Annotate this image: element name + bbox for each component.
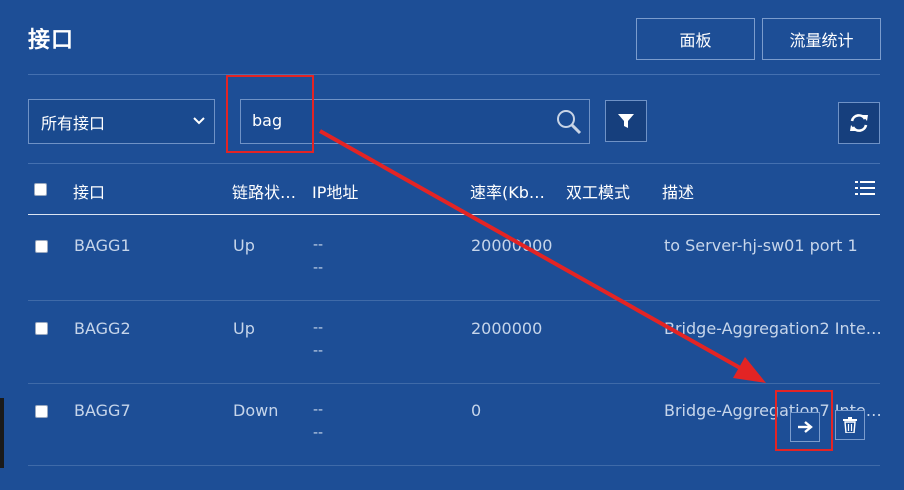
cell-ip-address: --: [313, 320, 324, 336]
annotation-box-search: [226, 75, 314, 153]
search-icon[interactable]: [555, 108, 583, 136]
header-ip[interactable]: IP地址: [312, 179, 358, 203]
select-value: 所有接口: [41, 113, 106, 133]
filter-button[interactable]: [605, 100, 647, 142]
row-divider: [28, 383, 880, 384]
row-checkbox[interactable]: [35, 322, 48, 335]
cell-link-state: Up: [233, 236, 255, 255]
cell-link-state: Down: [233, 401, 279, 420]
cell-ip-mask: --: [313, 425, 324, 441]
cell-speed: 2000000: [471, 319, 543, 338]
toolbar-divider: [28, 163, 880, 164]
delete-button[interactable]: [835, 410, 865, 440]
refresh-button[interactable]: [838, 102, 880, 144]
row-checkbox[interactable]: [35, 240, 48, 253]
chevron-down-icon: [193, 117, 205, 125]
refresh-icon: [850, 114, 868, 132]
cell-link-state: Up: [233, 319, 255, 338]
trash-icon: [843, 417, 857, 433]
header-interface[interactable]: 接口: [73, 179, 105, 203]
column-settings-icon[interactable]: [855, 180, 875, 196]
row-divider: [28, 300, 880, 301]
traffic-stats-button[interactable]: 流量统计: [762, 18, 881, 60]
cell-speed: 20000000: [471, 236, 553, 255]
table-header-divider: [28, 214, 880, 215]
header-speed[interactable]: 速率(Kb…: [470, 179, 545, 203]
cell-ip-address: --: [313, 402, 324, 418]
panel-button[interactable]: 面板: [636, 18, 755, 60]
header-description[interactable]: 描述: [662, 179, 694, 203]
annotation-box-action: [775, 390, 833, 451]
row-checkbox[interactable]: [35, 405, 48, 418]
cell-ip-mask: --: [313, 343, 324, 359]
select-all-checkbox[interactable]: [34, 183, 47, 196]
row-divider: [28, 465, 880, 466]
window-edge: [0, 398, 4, 468]
cell-ip-mask: --: [313, 260, 324, 276]
header-duplex[interactable]: 双工模式: [566, 179, 630, 203]
cell-interface[interactable]: BAGG1: [74, 236, 131, 255]
header-divider: [28, 74, 880, 75]
cell-ip-address: --: [313, 237, 324, 253]
interface-filter-select[interactable]: 所有接口: [28, 99, 215, 144]
filter-icon: [618, 114, 634, 128]
header-link-state[interactable]: 链路状…: [232, 179, 296, 203]
cell-interface[interactable]: BAGG7: [74, 401, 131, 420]
cell-description: Bridge-Aggregation2 Inte…: [664, 319, 882, 338]
cell-speed: 0: [471, 401, 482, 420]
page-title: 接口: [28, 28, 75, 53]
cell-interface[interactable]: BAGG2: [74, 319, 131, 338]
cell-description: to Server-hj-sw01 port 1: [664, 236, 858, 255]
